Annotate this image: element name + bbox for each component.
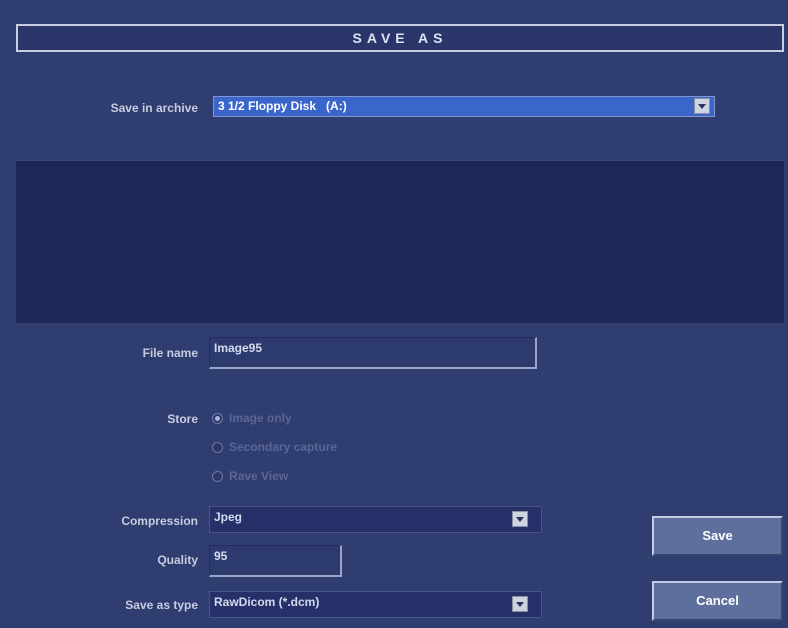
chevron-down-icon bbox=[698, 104, 706, 109]
chevron-down-icon bbox=[516, 517, 524, 522]
file-name-label: File name bbox=[142, 346, 198, 360]
radio-icon bbox=[212, 442, 223, 454]
cancel-button[interactable]: Cancel bbox=[652, 581, 783, 621]
archive-label: Save in archive bbox=[110, 101, 198, 115]
compression-select[interactable]: Jpeg bbox=[209, 506, 542, 533]
archive-value: 3 1/2 Floppy Disk (A:) bbox=[218, 99, 347, 113]
save-type-select[interactable]: RawDicom (*.dcm) bbox=[209, 591, 542, 618]
store-option-secondary-capture[interactable]: Secondary capture bbox=[212, 440, 337, 454]
archive-dropdown-button[interactable] bbox=[694, 98, 710, 114]
dialog-title-bar: SAVE AS bbox=[16, 24, 784, 52]
compression-dropdown-button[interactable] bbox=[512, 511, 528, 527]
store-option-rave-view[interactable]: Rave View bbox=[212, 469, 288, 483]
dialog-title: SAVE AS bbox=[352, 30, 448, 46]
store-option-label: Secondary capture bbox=[229, 440, 338, 454]
chevron-down-icon bbox=[516, 602, 524, 607]
save-type-value: RawDicom (*.dcm) bbox=[214, 595, 320, 609]
file-list-area[interactable] bbox=[16, 160, 784, 323]
save-type-label: Save as type bbox=[125, 598, 198, 612]
archive-select[interactable]: 3 1/2 Floppy Disk (A:) bbox=[213, 96, 715, 117]
file-name-value: Image95 bbox=[214, 341, 263, 355]
store-label: Store bbox=[167, 412, 198, 426]
file-name-input[interactable]: Image95 bbox=[209, 337, 537, 369]
save-type-dropdown-button[interactable] bbox=[512, 596, 528, 612]
store-option-label: Image only bbox=[229, 411, 292, 425]
compression-value: Jpeg bbox=[214, 510, 243, 524]
quality-value: 95 bbox=[214, 549, 228, 563]
compression-label: Compression bbox=[121, 514, 198, 528]
store-option-image-only[interactable]: Image only bbox=[212, 411, 292, 425]
store-option-label: Rave View bbox=[229, 469, 289, 483]
radio-selected-icon bbox=[212, 413, 223, 425]
quality-input[interactable]: 95 bbox=[209, 545, 342, 577]
radio-icon bbox=[212, 471, 223, 483]
quality-label: Quality bbox=[157, 553, 198, 567]
save-button[interactable]: Save bbox=[652, 516, 783, 556]
